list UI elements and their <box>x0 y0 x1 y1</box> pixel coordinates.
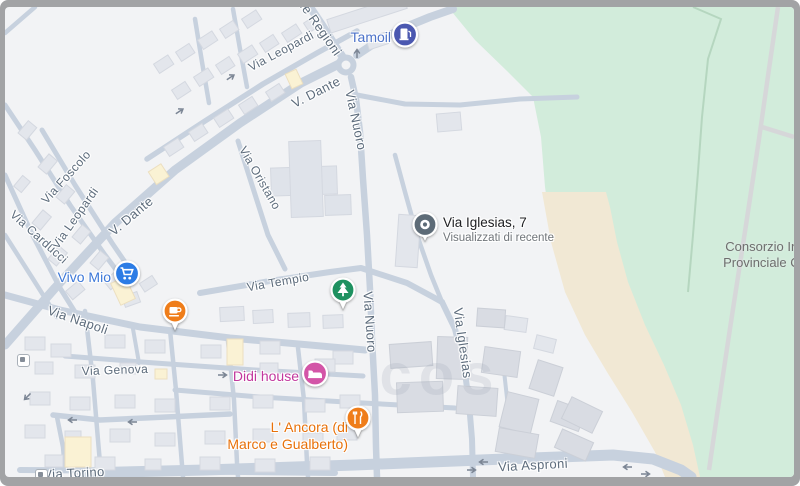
lodging-marker[interactable] <box>300 359 330 394</box>
park-marker[interactable] <box>328 276 358 319</box>
faded-area-watermark: cos <box>380 342 501 409</box>
oneway-arrow <box>348 47 366 59</box>
poi-label-tamoil[interactable]: Tamoil <box>351 29 391 45</box>
fuel-station-marker[interactable] <box>390 20 420 55</box>
fork-knife-icon <box>343 404 373 442</box>
transit-stop-icon[interactable] <box>35 469 48 477</box>
poi-label-ancora-line1: L' Ancora (di <box>227 419 348 436</box>
oneway-arrow <box>126 413 138 431</box>
recent-place-subtitle: Visualizzati di recente <box>443 232 554 244</box>
oneway-arrow <box>466 461 478 477</box>
window-frame: cos le Regioni Via Leopardi V. Dante Via… <box>0 0 800 486</box>
oneway-arrow <box>640 465 652 477</box>
poi-label-ancora-line2: Marco e Gualberto) <box>227 436 348 453</box>
coffee-cup-icon <box>160 297 190 335</box>
roundabout <box>339 58 354 73</box>
street-label-via-genova: Via Genova <box>82 362 149 378</box>
oneway-arrow <box>621 458 633 476</box>
fuel-pump-icon <box>390 20 420 50</box>
transit-stop-icon[interactable] <box>17 354 30 367</box>
shopping-marker[interactable] <box>112 259 142 294</box>
street-label-via-torino: Via Torino <box>43 464 105 477</box>
map-canvas[interactable]: cos le Regioni Via Leopardi V. Dante Via… <box>5 7 794 477</box>
tree-icon <box>328 276 358 314</box>
oneway-arrow <box>66 411 78 429</box>
recent-place-icon <box>410 211 440 245</box>
recent-place-label[interactable]: Via Iglesias, 7 Visualizzati di recente <box>443 215 554 244</box>
restaurant-marker[interactable] <box>343 404 373 447</box>
recent-place-title: Via Iglesias, 7 <box>443 215 554 230</box>
bed-icon <box>300 359 330 389</box>
cafe-marker[interactable] <box>160 297 190 340</box>
area-label-line2: Provinciale Ca <box>700 255 794 271</box>
oneway-arrow <box>217 366 229 384</box>
area-label-line1: Consorzio Inc <box>700 239 794 255</box>
poi-label-ancora[interactable]: L' Ancora (di Marco e Gualberto) <box>227 419 348 453</box>
area-label-consorzio[interactable]: Consorzio Inc Provinciale Ca <box>700 239 794 271</box>
recent-place-marker[interactable] <box>410 211 440 250</box>
poi-label-didi-house[interactable]: Didi house <box>233 368 299 384</box>
shopping-cart-icon <box>112 259 142 289</box>
oneway-arrow <box>477 453 489 471</box>
poi-label-vivo-mio[interactable]: Vivo Mio <box>58 269 111 285</box>
